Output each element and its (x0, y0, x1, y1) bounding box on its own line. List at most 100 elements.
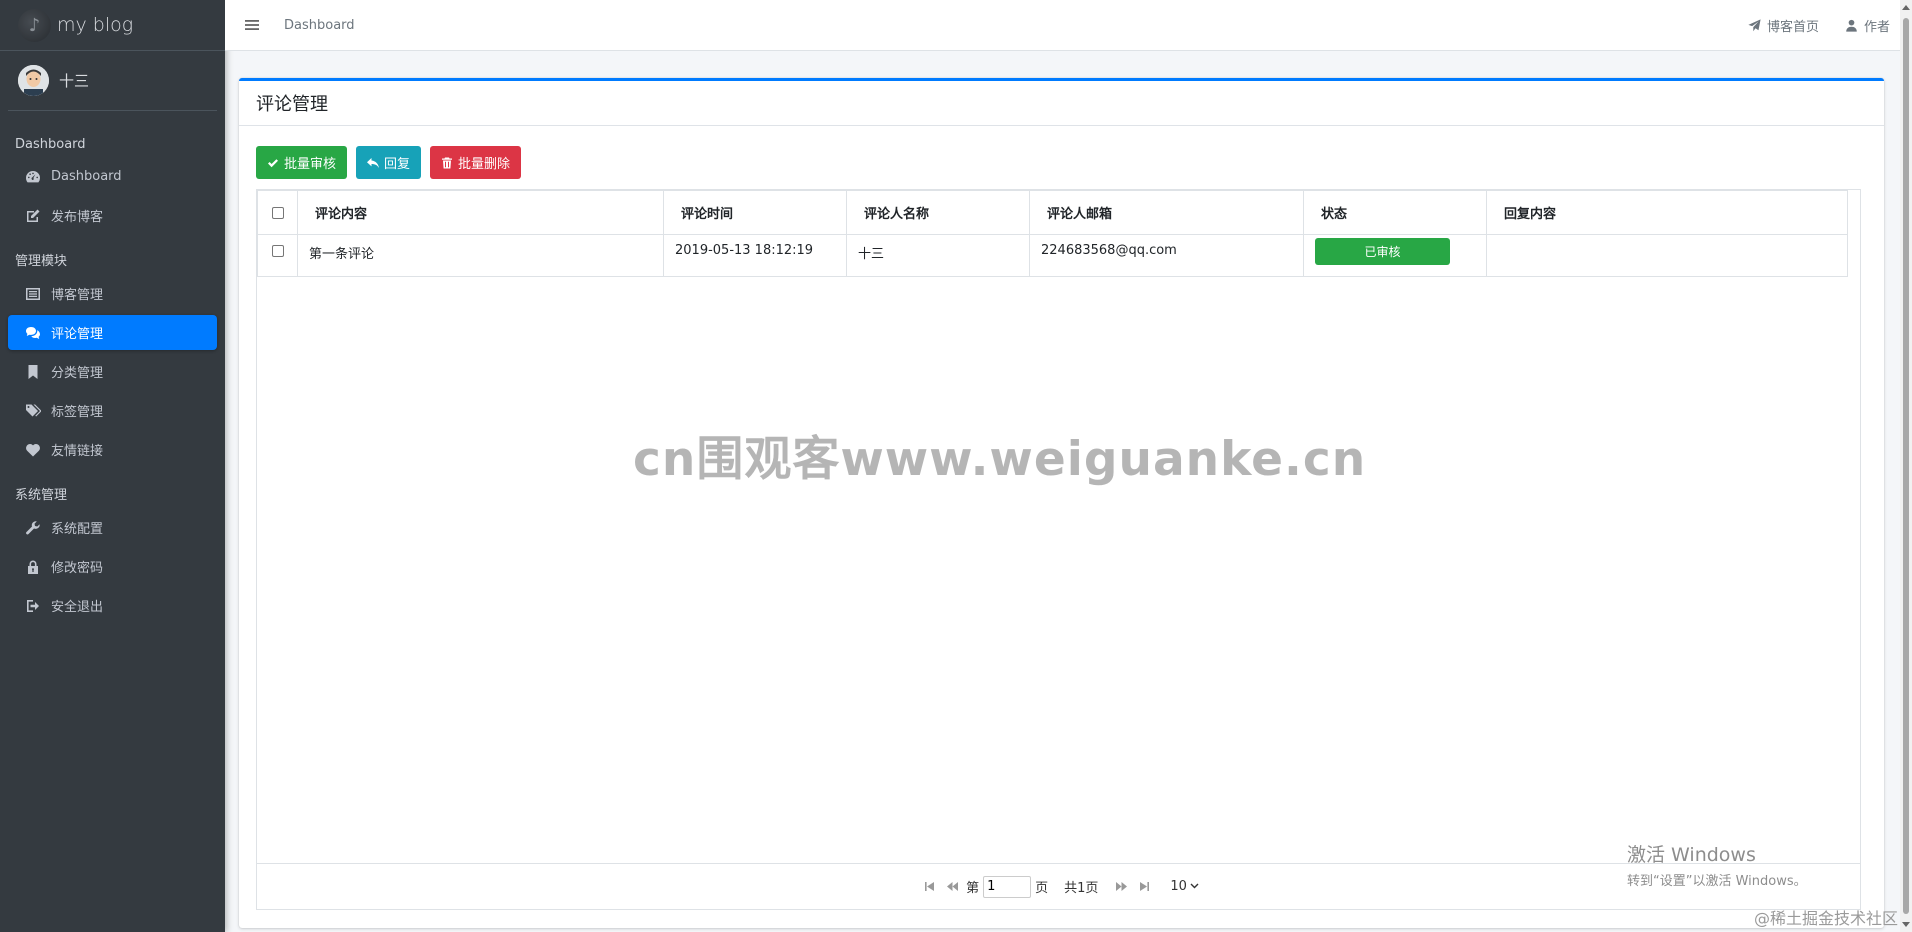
prev-page-button[interactable] (947, 881, 959, 892)
comment-time: 2019-05-13 18:12:19 (663, 234, 847, 277)
page-suffix: 页 (1035, 881, 1049, 896)
author-link[interactable]: 作者 (1845, 16, 1890, 35)
toolbar: 批量审核 回复 批量删除 (256, 146, 522, 179)
column-header[interactable]: 评论时间 (663, 190, 847, 235)
author-label: 作者 (1863, 19, 1890, 35)
edit-icon (23, 208, 43, 224)
user-name: 十三 (59, 72, 90, 90)
sidebar-item-links[interactable]: 友情链接 (8, 432, 217, 467)
first-page-button[interactable] (924, 881, 935, 892)
lock-icon (23, 559, 43, 575)
footer-watermark: @稀土掘金技术社区 (1753, 909, 1898, 928)
comments-table: 评论内容 评论时间 评论人名称 评论人邮箱 状态 回复内容 第一条评论 2019… (257, 190, 1848, 277)
windows-activation-notice: 激活 Windows 转到“设置”以激活 Windows。 (1627, 840, 1807, 889)
blog-home-label: 博客首页 (1766, 19, 1819, 35)
navbar-right: 博客首页 作者 (1722, 16, 1890, 35)
reply-button[interactable]: 回复 (356, 146, 422, 179)
sidebar-item-categories[interactable]: 分类管理 (8, 354, 217, 389)
scroll-up-icon[interactable] (1902, 5, 1910, 10)
menu-toggle-icon[interactable] (245, 17, 261, 33)
comments-card: 评论管理 批量审核 回复 批量删除 评论内容 评论时间 评论人名称 评论人邮箱 … (239, 78, 1884, 928)
bookmark-icon (23, 364, 43, 380)
sidebar-item-publish[interactable]: 发布博客 (8, 198, 217, 233)
check-icon (268, 158, 278, 167)
wrench-icon (23, 520, 43, 536)
sidebar-item-tags[interactable]: 标签管理 (8, 393, 217, 428)
sidebar-item-label: 友情链接 (51, 444, 104, 459)
sidebar-item-label: 修改密码 (51, 561, 104, 576)
pagination: 第 页 共1页 10 (257, 863, 1860, 909)
page-scrollbar[interactable] (1900, 0, 1912, 932)
sidebar-item-blogs[interactable]: 博客管理 (8, 276, 217, 311)
column-header[interactable]: 评论内容 (297, 190, 664, 235)
select-all-cell (257, 190, 298, 235)
last-page-button[interactable] (1139, 881, 1150, 892)
navbar-dashboard-link[interactable]: Dashboard (284, 18, 355, 33)
sign-out-icon (23, 598, 43, 614)
paper-plane-icon (1748, 18, 1761, 31)
activation-title: 激活 Windows (1627, 844, 1756, 866)
sidebar-item-label: 博客管理 (51, 288, 104, 303)
batch-delete-button[interactable]: 批量删除 (430, 146, 522, 179)
sidebar-item-label: 分类管理 (51, 366, 104, 381)
sidebar-item-config[interactable]: 系统配置 (8, 510, 217, 545)
sidebar-item-comments[interactable]: 评论管理 (8, 315, 217, 350)
sidebar-item-dashboard[interactable]: Dashboard (8, 159, 217, 194)
page-size-value: 10 (1170, 879, 1187, 894)
list-icon (23, 286, 43, 302)
sidebar-item-label: 标签管理 (51, 405, 104, 420)
column-header[interactable]: 回复内容 (1486, 190, 1848, 235)
batch-approve-button[interactable]: 批量审核 (256, 146, 348, 179)
sidebar-item-password[interactable]: 修改密码 (8, 549, 217, 584)
page-size-select[interactable]: 10 (1170, 879, 1199, 894)
step-forward-icon (1140, 882, 1150, 891)
nav-header-dashboard: Dashboard (15, 137, 86, 152)
nav-header-system: 系统管理 (15, 488, 68, 503)
step-backward-icon (925, 882, 935, 891)
commenter-name: 十三 (846, 234, 1030, 277)
comment-content: 第一条评论 (297, 234, 664, 277)
card-header: 评论管理 (239, 81, 1884, 126)
status-cell: 已审核 (1303, 234, 1487, 277)
tags-icon (23, 403, 43, 419)
chevron-down-icon (1190, 883, 1199, 889)
scroll-thumb[interactable] (1903, 18, 1909, 914)
comments-icon (23, 325, 43, 341)
page-number-input[interactable] (983, 875, 1032, 898)
sidebar-item-label: 评论管理 (51, 327, 104, 342)
batch-approve-label: 批量审核 (284, 156, 337, 171)
avatar (18, 65, 49, 96)
table-row: 第一条评论 2019-05-13 18:12:19 十三 224683568@q… (257, 234, 1848, 277)
page-title: 评论管理 (256, 94, 328, 115)
reply-label: 回复 (384, 156, 411, 171)
sidebar-item-logout[interactable]: 安全退出 (8, 588, 217, 623)
page-prefix: 第 (966, 881, 980, 896)
row-select-cell (257, 234, 298, 277)
row-checkbox[interactable] (271, 245, 284, 257)
next-page-button[interactable] (1116, 881, 1128, 892)
table-header-row: 评论内容 评论时间 评论人名称 评论人邮箱 状态 回复内容 (257, 190, 1848, 235)
reply-icon (367, 157, 380, 168)
comments-table-wrap: 评论内容 评论时间 评论人名称 评论人邮箱 状态 回复内容 第一条评论 2019… (256, 189, 1861, 910)
sidebar-item-label: 系统配置 (51, 522, 104, 537)
brand[interactable]: ♪ my blog (0, 0, 225, 51)
column-header[interactable]: 评论人邮箱 (1029, 190, 1304, 235)
status-badge[interactable]: 已审核 (1315, 238, 1450, 265)
activation-subtitle: 转到“设置”以激活 Windows。 (1627, 874, 1807, 889)
page-total: 共1页 (1064, 881, 1099, 896)
heart-icon (23, 442, 43, 458)
sidebar-item-label: 发布博客 (51, 210, 104, 225)
batch-delete-label: 批量删除 (458, 156, 511, 171)
column-header[interactable]: 状态 (1303, 190, 1487, 235)
sidebar-item-label: 安全退出 (51, 600, 104, 615)
blog-home-link[interactable]: 博客首页 (1748, 16, 1819, 35)
column-header[interactable]: 评论人名称 (846, 190, 1030, 235)
sidebar-item-label: Dashboard (51, 169, 122, 184)
reply-content (1486, 234, 1848, 277)
scroll-down-icon[interactable] (1902, 922, 1910, 927)
select-all-checkbox[interactable] (271, 206, 284, 219)
user-panel[interactable]: 十三 (8, 51, 217, 111)
top-navbar: Dashboard 博客首页 作者 (225, 0, 1900, 51)
brand-logo: ♪ (18, 8, 51, 42)
app: ♪ my blog 十三 Dashboard Dashboard 发布博客 管理… (0, 0, 1912, 932)
